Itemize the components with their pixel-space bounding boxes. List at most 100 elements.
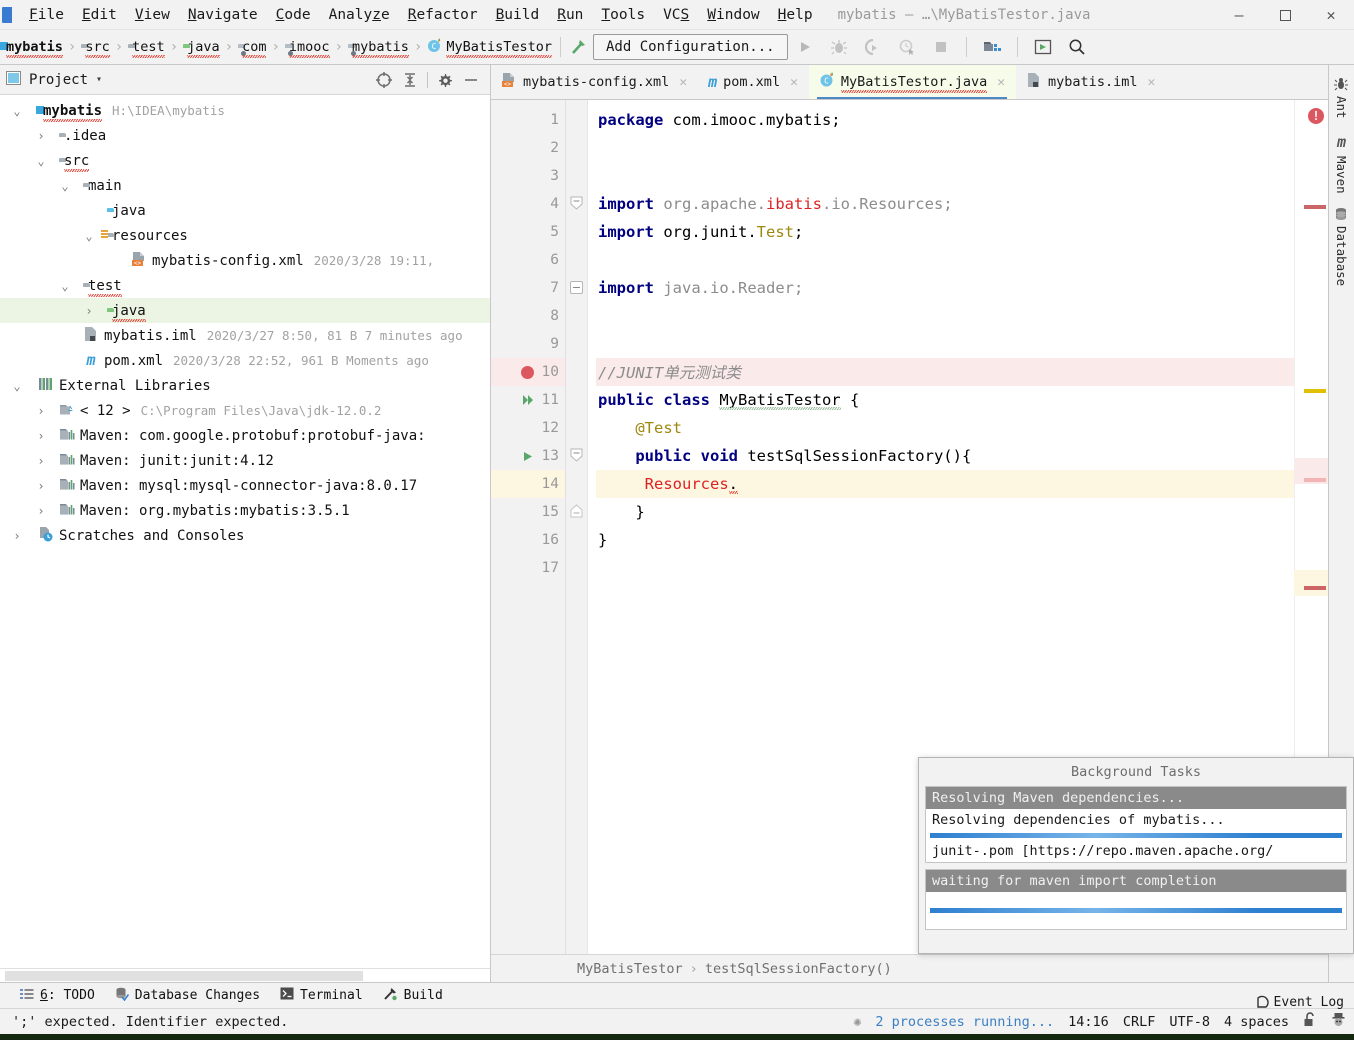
menu-edit[interactable]: Edit: [73, 4, 126, 26]
menu-file[interactable]: File: [20, 4, 73, 26]
tab-pom-xml[interactable]: m pom.xml ✕: [698, 65, 809, 99]
event-log-button[interactable]: Event Log: [1255, 990, 1354, 1014]
menu-analyze[interactable]: Analyze: [320, 4, 399, 26]
tab-mybatis-config-xml[interactable]: <> mybatis-config.xml ✕: [491, 65, 698, 99]
tree-node-mybatis[interactable]: ⌄ mybatis H:\IDEA\mybatis: [0, 98, 490, 123]
error-count-icon[interactable]: !: [1308, 108, 1324, 124]
encoding[interactable]: UTF-8: [1169, 1014, 1210, 1030]
maximize-button[interactable]: [1262, 0, 1308, 30]
scrollbar-thumb[interactable]: [5, 971, 363, 981]
close-button[interactable]: ✕: [1308, 0, 1354, 30]
menu-build[interactable]: Build: [487, 4, 549, 26]
chevron-right-icon[interactable]: ›: [34, 504, 48, 518]
fold-method-end-icon[interactable]: [570, 504, 583, 519]
search-everywhere-icon[interactable]: [1067, 37, 1087, 57]
editor-gutter[interactable]: 1 2 3 4 5 6 7 8 9 10 11 12 13 14 15 16 1…: [491, 100, 566, 954]
tree-node-pom-xml[interactable]: › m pom.xml 2020/3/28 22:52, 961 B Momen…: [0, 348, 490, 373]
tab-mybatistestor-java[interactable]: C MyBatisTestor.java ✕: [808, 65, 1017, 99]
stripe-error-mark[interactable]: [1304, 478, 1326, 482]
tree-node-main[interactable]: ⌄ main: [0, 173, 490, 198]
breadcrumb-java[interactable]: java: [183, 39, 220, 58]
menu-help[interactable]: Help: [769, 4, 822, 26]
breadcrumb-src[interactable]: src: [81, 39, 111, 58]
tree-node-test[interactable]: ⌄ test: [0, 273, 490, 298]
hide-icon[interactable]: [458, 68, 484, 92]
stripe-error-mark[interactable]: [1304, 586, 1326, 590]
close-icon[interactable]: ✕: [679, 75, 687, 90]
breakpoint-icon[interactable]: [521, 358, 534, 386]
tool-button-todo[interactable]: 6: TODO: [10, 985, 105, 1007]
project-structure-icon[interactable]: [982, 37, 1002, 57]
stripe-error-mark[interactable]: [1304, 205, 1326, 209]
tree-node-test-java[interactable]: › java: [0, 298, 490, 323]
updates-icon[interactable]: [1033, 37, 1053, 57]
tree-node-maven-mysql[interactable]: › Maven: mysql:mysql-connector-java:8.0.…: [0, 473, 490, 498]
chevron-right-icon[interactable]: ›: [34, 479, 48, 493]
tab-mybatis-iml[interactable]: mybatis.iml ✕: [1016, 65, 1166, 99]
chevron-down-icon[interactable]: ⌄: [82, 229, 96, 243]
chevron-down-icon[interactable]: ⌄: [34, 154, 48, 168]
indent-setting[interactable]: 4 spaces: [1224, 1014, 1289, 1030]
chevron-right-icon[interactable]: ›: [82, 304, 96, 318]
build-hammer-icon[interactable]: [569, 37, 589, 57]
select-opened-file-icon[interactable]: [371, 68, 397, 92]
breadcrumb-class[interactable]: C MyBatisTestor: [427, 37, 552, 58]
menu-window[interactable]: Window: [698, 4, 768, 26]
tree-node-external-libraries[interactable]: ⌄ External Libraries: [0, 373, 490, 398]
chevron-down-icon[interactable]: ⌄: [58, 179, 72, 193]
menu-tools[interactable]: Tools: [592, 4, 654, 26]
tool-button-build[interactable]: Build: [373, 983, 453, 1008]
minimize-button[interactable]: –: [1216, 0, 1262, 30]
chevron-down-icon[interactable]: ⌄: [58, 279, 72, 293]
tree-node-scratches[interactable]: › Scratches and Consoles: [0, 523, 490, 548]
breadcrumb-com[interactable]: com: [238, 39, 267, 58]
breadcrumb-method[interactable]: testSqlSessionFactory(): [705, 961, 892, 977]
tree-node-idea[interactable]: › .idea: [0, 123, 490, 148]
run-icon[interactable]: [795, 37, 815, 57]
chevron-down-icon[interactable]: ⌄: [10, 379, 24, 393]
tool-button-terminal[interactable]: Terminal: [270, 984, 373, 1007]
run-with-coverage-icon[interactable]: [863, 37, 883, 57]
breadcrumb-imooc[interactable]: imooc: [285, 39, 330, 58]
run-test-icon[interactable]: [521, 442, 534, 470]
project-panel-horizontal-scrollbar[interactable]: [0, 968, 490, 982]
chevron-right-icon[interactable]: ›: [34, 429, 48, 443]
tree-node-main-java[interactable]: › java: [0, 198, 490, 223]
tree-node-maven-protobuf[interactable]: › Maven: com.google.protobuf:protobuf-ja…: [0, 423, 490, 448]
menu-run[interactable]: Run: [548, 4, 592, 26]
collapse-all-icon[interactable]: [397, 68, 423, 92]
close-icon[interactable]: ✕: [1147, 75, 1155, 90]
editor-breadcrumb[interactable]: MyBatisTestor › testSqlSessionFactory(): [491, 954, 1328, 982]
debug-icon[interactable]: [829, 37, 849, 57]
fold-imports-icon[interactable]: [570, 196, 583, 211]
hector-icon[interactable]: [1331, 1012, 1346, 1031]
stripe-warning-mark[interactable]: [1304, 389, 1326, 393]
line-separator[interactable]: CRLF: [1123, 1014, 1156, 1030]
breadcrumb-mybatis-pkg[interactable]: mybatis: [348, 39, 409, 58]
breadcrumb-test[interactable]: test: [128, 39, 165, 58]
tree-node-maven-mybatis[interactable]: › Maven: org.mybatis:mybatis:3.5.1: [0, 498, 490, 523]
breadcrumb-mybatis[interactable]: mybatis: [0, 39, 63, 58]
fold-collapse-icon[interactable]: [570, 281, 583, 294]
tree-node-mybatis-iml[interactable]: › mybatis.iml 2020/3/27 8:50, 81 B 7 min…: [0, 323, 490, 348]
tree-node-src[interactable]: ⌄ src: [0, 148, 490, 173]
background-tasks-popup[interactable]: Background Tasks Resolving Maven depende…: [918, 757, 1354, 954]
close-icon[interactable]: ✕: [997, 75, 1005, 90]
chevron-down-icon[interactable]: ⌄: [10, 104, 24, 118]
chevron-right-icon[interactable]: ›: [34, 129, 48, 143]
editor-fold-column[interactable]: [566, 100, 588, 954]
menu-refactor[interactable]: Refactor: [399, 4, 487, 26]
tree-node-jdk[interactable]: › < 12 > C:\Program Files\Java\jdk-12.0.…: [0, 398, 490, 423]
chevron-right-icon[interactable]: ›: [10, 529, 24, 543]
tree-node-mybatis-config-xml[interactable]: › <> mybatis-config.xml 2020/3/28 19:11,: [0, 248, 490, 273]
tool-tab-database[interactable]: Database: [1331, 201, 1352, 292]
tool-button-database-changes[interactable]: Database Changes: [105, 984, 270, 1008]
chevron-right-icon[interactable]: ›: [34, 454, 48, 468]
menu-code[interactable]: Code: [267, 4, 320, 26]
processes-running[interactable]: 2 processes running...: [875, 1014, 1054, 1030]
menu-navigate[interactable]: Navigate: [179, 4, 267, 26]
fold-method-icon[interactable]: [570, 448, 583, 463]
tree-node-resources[interactable]: ⌄ resources: [0, 223, 490, 248]
close-icon[interactable]: ✕: [790, 75, 798, 90]
stop-icon[interactable]: [931, 37, 951, 57]
